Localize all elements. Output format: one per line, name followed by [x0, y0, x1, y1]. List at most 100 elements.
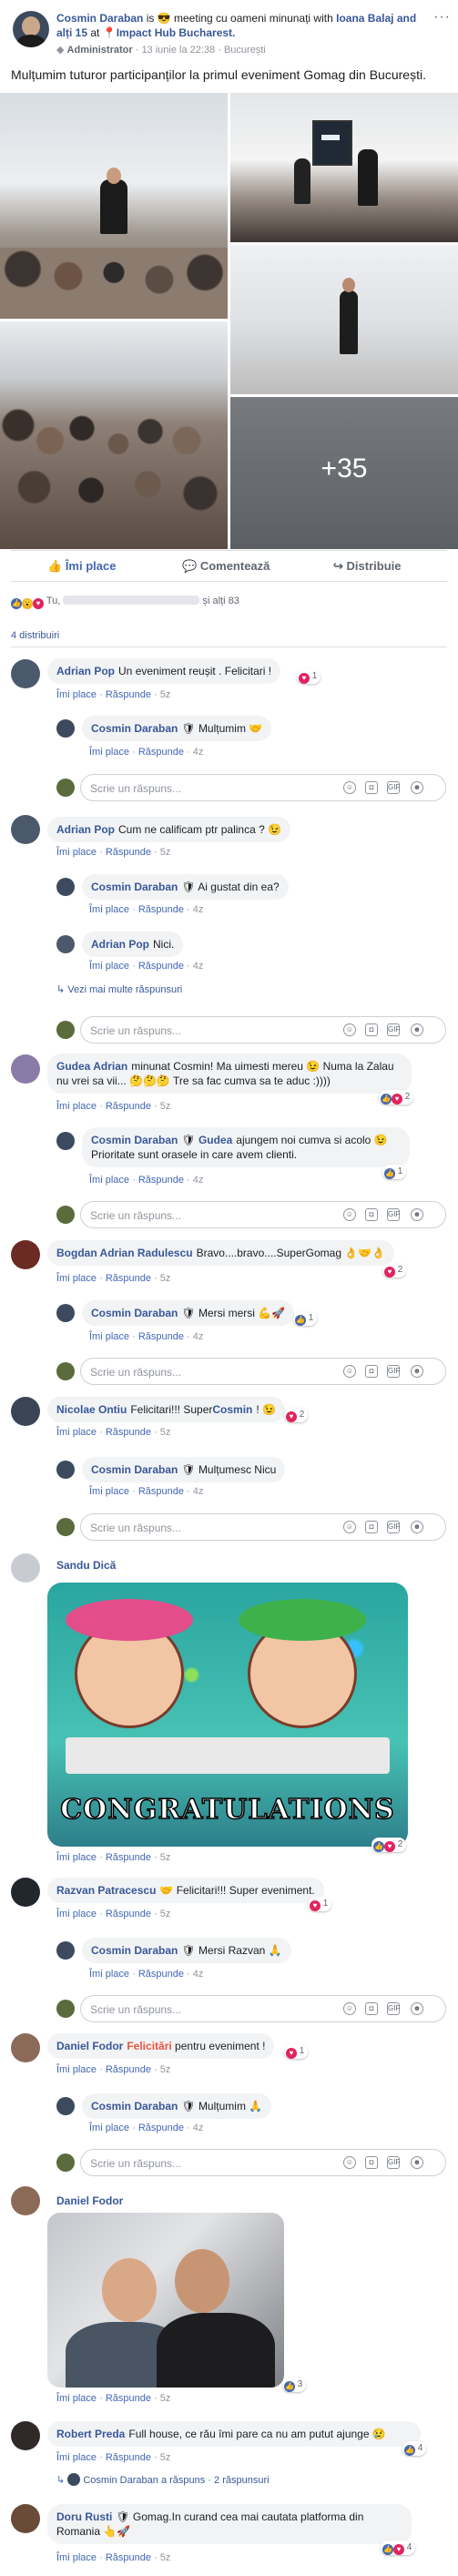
- comment-bubble: Daniel Fodor Felicitări pentru eveniment …: [47, 2033, 275, 2059]
- avatar[interactable]: [56, 1304, 75, 1322]
- post-author-link[interactable]: Cosmin Daraban: [56, 12, 143, 25]
- avatar[interactable]: [56, 1461, 75, 1479]
- activity-icon: 😎: [157, 12, 171, 25]
- commenter-name[interactable]: Sandu Dică: [56, 1559, 116, 1572]
- gif-image[interactable]: CONGRATULATIONS: [47, 1583, 408, 1847]
- avatar[interactable]: [11, 2421, 40, 2450]
- tagged-link[interactable]: Ioana Balaj: [336, 12, 393, 25]
- sticker-icon: ☻: [411, 2156, 423, 2169]
- reply-bubble: Cosmin Daraban 🛡 Ai gustat din ea?: [82, 874, 289, 900]
- commenter-name[interactable]: Daniel Fodor: [56, 2194, 123, 2207]
- reply-bubble: Adrian Pop Nici.: [82, 932, 184, 957]
- reply-input[interactable]: Scrie un răspuns... ☺ ◘ GIF ☻: [80, 1016, 446, 1044]
- photo-4[interactable]: [230, 245, 458, 394]
- avatar[interactable]: [11, 1397, 40, 1426]
- emoji-icon: ☺: [343, 1023, 356, 1036]
- reply-input[interactable]: Scrie un răspuns... ☺ ◘ GIF ☻: [80, 1995, 446, 2022]
- reaction-count[interactable]: 👍 4: [402, 2441, 427, 2456]
- reply-input[interactable]: Scrie un răspuns... ☺ ◘ GIF ☻: [80, 1513, 446, 1541]
- comment-button[interactable]: 💬 Comentează: [182, 559, 270, 574]
- reply-bubble: Cosmin Daraban 🛡 Mulțumim 🤝: [82, 716, 272, 741]
- reaction-count[interactable]: ♥ 2: [284, 1408, 309, 1422]
- gif-icon: GIF: [387, 1365, 400, 1378]
- more-options-icon[interactable]: ···: [433, 9, 451, 25]
- reply-input[interactable]: Scrie un răspuns... ☺ ◘ GIF ☻: [80, 774, 446, 801]
- emoji-icon: ☺: [343, 1208, 356, 1221]
- comment-icon: 💬: [182, 559, 198, 573]
- avatar[interactable]: [11, 2186, 40, 2215]
- camera-icon: ◘: [365, 1521, 378, 1533]
- emoji-icon: ☺: [343, 1365, 356, 1378]
- avatar[interactable]: [11, 815, 40, 844]
- reaction-count[interactable]: 👍 ♥ 2: [371, 1838, 407, 1852]
- reply-input[interactable]: Scrie un răspuns... ☺ ◘ GIF ☻: [80, 1201, 446, 1228]
- reaction-count[interactable]: 👍 ♥ 2: [379, 1090, 414, 1105]
- avatar[interactable]: [11, 1878, 40, 1907]
- thumbs-up-icon: 👍: [47, 559, 63, 573]
- camera-icon: ◘: [365, 1208, 378, 1221]
- reaction-count[interactable]: 👍 1: [382, 1165, 407, 1179]
- comment-photo[interactable]: [47, 2213, 284, 2388]
- reaction-count[interactable]: 👍 3: [282, 2377, 307, 2392]
- reply-arrow-icon: ↳: [56, 984, 66, 995]
- admin-icon: 🛡: [116, 2510, 130, 2523]
- avatar[interactable]: [56, 719, 75, 738]
- reaction-count[interactable]: ♥ 2: [382, 1263, 407, 1278]
- gif-icon: GIF: [387, 1521, 400, 1533]
- replies-summary[interactable]: ↳ Cosmin Daraban a răspuns · 2 răspunsur…: [56, 2473, 270, 2486]
- gif-icon: GIF: [387, 1023, 400, 1036]
- place-link[interactable]: Impact Hub Bucharest.: [117, 26, 236, 39]
- camera-icon: ◘: [365, 2002, 378, 2015]
- admin-icon: 🛡: [181, 1944, 196, 1957]
- sticker-icon: ☻: [411, 781, 423, 794]
- photo-3[interactable]: [0, 321, 228, 549]
- sticker-icon: ☻: [411, 1521, 423, 1533]
- avatar[interactable]: [56, 2097, 75, 2115]
- post-text: Mulțumim tuturor participanților la prim…: [11, 67, 426, 82]
- avatar[interactable]: [11, 1553, 40, 1583]
- reaction-count[interactable]: 👍 1: [293, 1311, 318, 1326]
- love-reaction-icon: ♥: [33, 598, 44, 609]
- reply-input[interactable]: Scrie un răspuns... ☺ ◘ GIF ☻: [80, 1358, 446, 1385]
- avatar[interactable]: [11, 1240, 40, 1269]
- photo-5-more[interactable]: +35: [230, 397, 458, 549]
- reaction-count[interactable]: ♥ 1: [297, 669, 321, 684]
- avatar[interactable]: [56, 935, 75, 953]
- post-header-text: Cosmin Daraban is 😎 meeting cu oameni mi…: [56, 12, 417, 39]
- comment-bubble: Adrian Pop Cum ne calificam ptr palinca ?…: [47, 817, 291, 842]
- admin-icon: 🛡: [181, 1463, 196, 1476]
- avatar[interactable]: [56, 878, 75, 896]
- photo-1[interactable]: [0, 93, 228, 319]
- like-button[interactable]: 👍 Îmi place: [47, 559, 116, 574]
- share-button[interactable]: ↪ Distribuie: [333, 559, 402, 574]
- admin-icon: 🛡: [181, 2100, 196, 2113]
- reaction-count[interactable]: ♥ 1: [284, 2044, 309, 2059]
- reply-input[interactable]: Scrie un răspuns... ☺ ◘ GIF ☻: [80, 2149, 446, 2176]
- gif-icon: GIF: [387, 2156, 400, 2169]
- reply-bubble: Cosmin Daraban 🛡 Gudea ajungem noi cumva s…: [82, 1127, 410, 1167]
- reaction-count[interactable]: 👍 ♥ 4: [381, 2540, 416, 2555]
- avatar[interactable]: [11, 659, 40, 688]
- admin-icon: 🛡: [181, 881, 196, 893]
- author-avatar[interactable]: [13, 11, 49, 47]
- shares-count[interactable]: 4 distribuiri: [11, 630, 59, 641]
- reply-bubble: Cosmin Daraban 🛡 Mersi Razvan 🙏: [82, 1938, 291, 1963]
- emoji-icon: ☺: [343, 1521, 356, 1533]
- avatar[interactable]: [56, 1132, 75, 1150]
- comment-actions: Îmi place · Răspunde · 5z: [56, 689, 171, 700]
- avatar[interactable]: [11, 2504, 40, 2533]
- reply-arrow-icon: ↳: [56, 2475, 66, 2486]
- reactions-summary[interactable]: 👍 😮 ♥ Tu, și alți 83: [11, 596, 239, 609]
- camera-icon: ◘: [365, 781, 378, 794]
- avatar[interactable]: [56, 1941, 75, 1960]
- view-more-replies[interactable]: ↳ Vezi mai multe răspunsuri: [56, 983, 182, 995]
- avatar[interactable]: [11, 1054, 40, 1084]
- avatar: [56, 1021, 75, 1039]
- admin-icon: 🛡: [181, 722, 196, 735]
- reaction-count[interactable]: ♥ 1: [308, 1897, 332, 1911]
- handshake-icon: 🤝: [159, 1884, 174, 1897]
- photo-2[interactable]: [230, 93, 458, 242]
- avatar[interactable]: [11, 2033, 40, 2062]
- post-meta: ◆ Administrator · 13 iunie la 22:38 · Bu…: [56, 45, 266, 56]
- gif-icon: GIF: [387, 2002, 400, 2015]
